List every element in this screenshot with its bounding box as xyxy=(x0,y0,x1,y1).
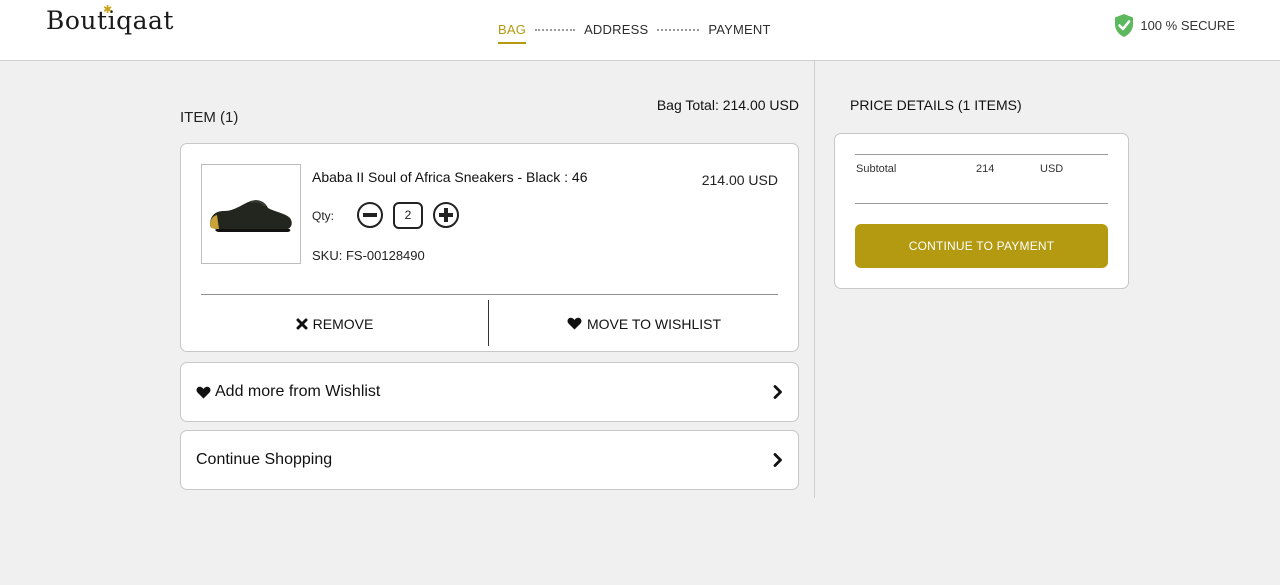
close-icon xyxy=(296,318,308,329)
step-connector xyxy=(535,28,576,31)
heart-icon xyxy=(196,386,211,398)
qty-value[interactable]: 2 xyxy=(393,202,423,229)
remove-button[interactable]: REMOVE xyxy=(181,301,488,346)
continue-to-payment-button[interactable]: CONTINUE TO PAYMENT xyxy=(855,224,1108,268)
step-bag[interactable]: BAG xyxy=(498,22,527,44)
product-sku: SKU: FS-00128490 xyxy=(312,248,425,263)
qty-increase-button[interactable] xyxy=(433,202,459,228)
step-connector xyxy=(657,28,700,31)
logo[interactable]: Boutiqaat ✱ xyxy=(46,3,174,35)
continue-shopping-label: Continue Shopping xyxy=(196,451,333,468)
remove-label: REMOVE xyxy=(312,315,374,332)
secure-label: 100 % SECURE xyxy=(1140,18,1235,33)
checkout-steps: BAG ADDRESS PAYMENT xyxy=(498,15,771,44)
step-address[interactable]: ADDRESS xyxy=(584,22,648,37)
move-to-wishlist-button[interactable]: MOVE TO WISHLIST xyxy=(489,301,799,346)
chevron-right-icon xyxy=(773,385,782,399)
move-to-wishlist-label: MOVE TO WISHLIST xyxy=(586,315,722,332)
step-payment[interactable]: PAYMENT xyxy=(708,22,770,37)
product-name[interactable]: Ababa II Soul of Africa Sneakers - Black… xyxy=(312,169,587,185)
price-details-card: Subtotal 214 USD CONTINUE TO PAYMENT xyxy=(834,133,1129,289)
logo-star-icon: ✱ xyxy=(103,3,113,16)
bag-total: Bag Total: 214.00 USD xyxy=(656,97,799,113)
subtotal-label: Subtotal xyxy=(856,163,897,175)
continue-shopping-button[interactable]: Continue Shopping xyxy=(180,430,799,490)
column-divider xyxy=(814,61,815,498)
add-from-wishlist-label: Add more from Wishlist xyxy=(215,383,381,400)
subtotal-currency: USD xyxy=(1040,163,1064,175)
shield-check-icon xyxy=(1115,14,1134,37)
items-count-title: ITEM (1) xyxy=(180,109,239,126)
qty-label: Qty: xyxy=(312,209,335,223)
product-image[interactable] xyxy=(201,164,301,264)
heart-icon xyxy=(567,317,582,330)
price-details-title: PRICE DETAILS (1 ITEMS) xyxy=(850,97,1022,113)
cart-item-card: Ababa II Soul of Africa Sneakers - Black… xyxy=(180,143,799,352)
header: Boutiqaat ✱ BAG ADDRESS PAYMENT 100 % SE… xyxy=(0,0,1280,61)
sneaker-image xyxy=(210,200,292,232)
product-price: 214.00 USD xyxy=(701,172,778,188)
price-divider xyxy=(855,203,1108,204)
add-from-wishlist-button[interactable]: Add more from Wishlist xyxy=(180,362,799,422)
chevron-right-icon xyxy=(773,453,782,467)
subtotal-amount: 214 xyxy=(976,163,995,175)
price-divider xyxy=(855,154,1108,155)
qty-decrease-button[interactable] xyxy=(357,202,383,228)
secure-badge: 100 % SECURE xyxy=(1113,13,1235,38)
card-divider xyxy=(201,294,778,295)
